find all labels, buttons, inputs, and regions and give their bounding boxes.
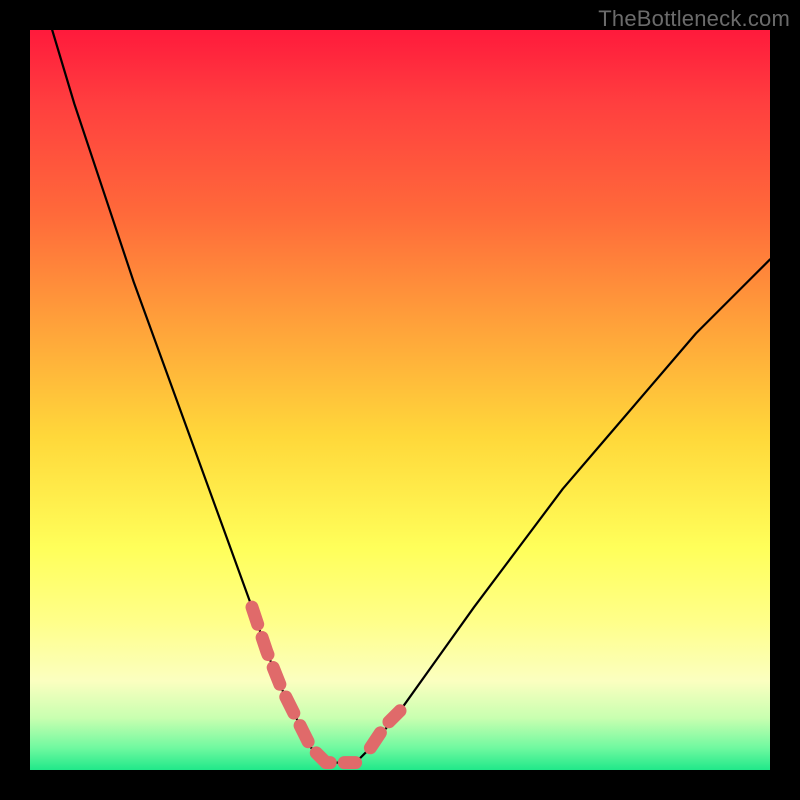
highlight-right [370,711,400,748]
chart-svg [30,30,770,770]
watermark-text: TheBottleneck.com [598,6,790,32]
curve-group [52,30,770,763]
outer-frame: TheBottleneck.com [0,0,800,800]
main-curve [52,30,770,763]
plot-area [30,30,770,770]
highlight-left [252,607,356,762]
